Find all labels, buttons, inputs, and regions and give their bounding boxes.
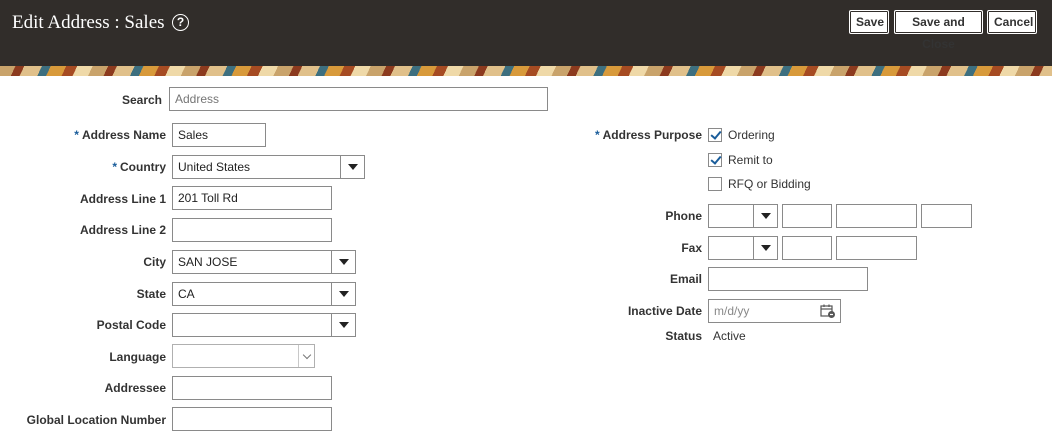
search-input[interactable] <box>169 87 548 111</box>
phone-extension-input[interactable] <box>921 204 972 228</box>
fax-number-input[interactable] <box>836 236 917 260</box>
calendar-icon[interactable] <box>820 304 836 319</box>
phone-number-input[interactable] <box>836 204 917 228</box>
address-line1-label: Address Line 1 <box>79 192 166 206</box>
city-select[interactable]: SAN JOSE <box>172 250 356 274</box>
ordering-label: Ordering <box>728 128 775 142</box>
state-value: CA <box>178 287 195 301</box>
ordering-checkbox[interactable] <box>708 128 722 142</box>
phone-area-code-input[interactable] <box>782 204 832 228</box>
postal-code-label: Postal Code <box>96 318 166 332</box>
country-label: * Country <box>112 160 166 174</box>
inactive-date-label: Inactive Date <box>627 304 702 318</box>
save-and-close-button[interactable]: Save and Close <box>894 10 983 51</box>
search-label: Search <box>121 93 162 107</box>
addressee-input[interactable] <box>172 376 332 400</box>
address-name-input[interactable]: Sales <box>172 123 266 147</box>
status-value: Active <box>713 329 746 343</box>
email-input[interactable] <box>708 267 868 291</box>
dropdown-arrow-icon[interactable] <box>753 205 777 227</box>
phone-label: Phone <box>665 209 702 223</box>
page-header: Edit Address : Sales ? Save Save and Clo… <box>0 0 1052 66</box>
address-purpose-label: * Address Purpose <box>594 128 702 142</box>
state-label: State <box>136 287 166 301</box>
email-label: Email <box>669 272 702 286</box>
country-select[interactable]: United States <box>172 155 365 179</box>
rfq-bidding-label: RFQ or Bidding <box>728 177 811 191</box>
dropdown-arrow-icon[interactable] <box>331 283 355 305</box>
state-select[interactable]: CA <box>172 282 356 306</box>
chevron-down-icon[interactable] <box>298 345 314 367</box>
country-value: United States <box>178 160 251 174</box>
postal-code-select[interactable] <box>172 313 356 337</box>
address-line1-input[interactable]: 201 Toll Rd <box>172 186 332 210</box>
inactive-date-placeholder: m/d/yy <box>714 304 750 318</box>
addressee-label: Addressee <box>104 381 166 395</box>
address-name-label: * Address Name <box>74 128 166 142</box>
city-label: City <box>143 255 166 269</box>
page-title: Edit Address : Sales <box>12 12 165 33</box>
gln-input[interactable] <box>172 407 332 431</box>
help-icon[interactable]: ? <box>172 14 189 31</box>
address-line2-label: Address Line 2 <box>79 223 166 237</box>
city-value: SAN JOSE <box>178 255 238 269</box>
dropdown-arrow-icon[interactable] <box>331 314 355 336</box>
fax-country-code-select[interactable] <box>708 236 778 260</box>
rfq-bidding-checkbox[interactable] <box>708 177 722 191</box>
decorative-banner <box>0 66 1052 76</box>
remit-to-checkbox[interactable] <box>708 153 722 167</box>
phone-country-code-select[interactable] <box>708 204 778 228</box>
fax-area-code-input[interactable] <box>782 236 832 260</box>
language-select[interactable] <box>172 344 315 368</box>
gln-label: Global Location Number <box>26 413 166 427</box>
save-button[interactable]: Save <box>849 10 889 34</box>
dropdown-arrow-icon[interactable] <box>331 251 355 273</box>
cancel-button[interactable]: Cancel <box>987 10 1037 34</box>
address-line2-input[interactable] <box>172 218 332 242</box>
fax-label: Fax <box>681 241 702 255</box>
dropdown-arrow-icon[interactable] <box>753 237 777 259</box>
inactive-date-input[interactable]: m/d/yy <box>708 299 841 323</box>
dropdown-arrow-icon[interactable] <box>340 156 364 178</box>
status-label: Status <box>665 329 702 343</box>
remit-to-label: Remit to <box>728 153 773 167</box>
language-label: Language <box>109 350 166 364</box>
